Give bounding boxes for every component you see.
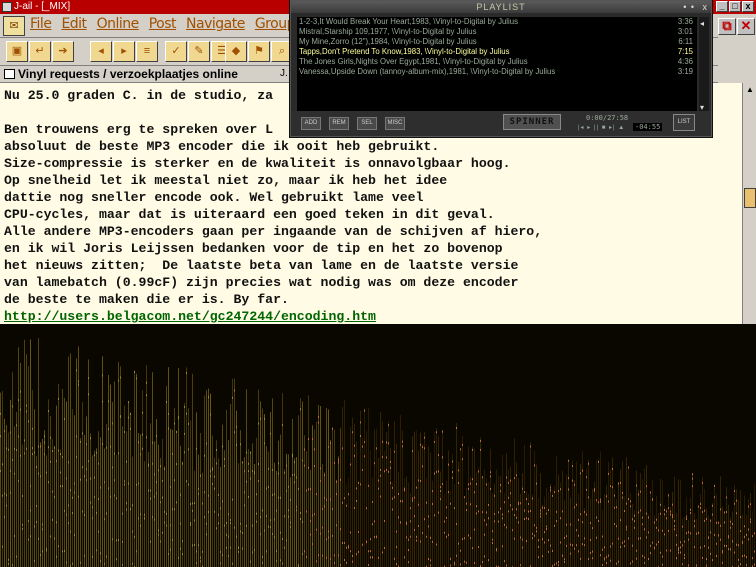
playlist-entry[interactable]: My Mine,Zorro (12"),1984, \Vinyl-to-Digi… (297, 37, 697, 47)
playlist-misc-button[interactable]: MISC (385, 117, 405, 130)
playlist-entry-duration: 3:36 (677, 17, 693, 26)
playlist-entry-duration: 7:15 (677, 47, 693, 56)
menu-edit[interactable]: Edit (61, 16, 87, 32)
tab-title[interactable]: Vinyl requests / verzoekplaatjes online (18, 67, 238, 81)
playlist-scrollbar[interactable]: ◂ ▾ (699, 17, 709, 112)
playlist-close-button[interactable]: x (703, 1, 709, 13)
toolbar-group-2: ◂ ▸ ≡ (90, 41, 159, 62)
desktop: J-ail - [_MIX] _ □ x ✉ File Edit Online Pos… (0, 0, 756, 567)
playlist-entry-duration: 6:11 (678, 37, 693, 46)
window-title: J-ail - [_MIX] (14, 1, 71, 12)
playlist-entry[interactable]: Tapps,Don't Pretend To Know,1983, \Vinyl… (297, 47, 697, 57)
playlist-entry[interactable]: Mistral,Starship 109,1977, \Vinyl-to-Dig… (297, 27, 697, 37)
next-icon[interactable]: ▸ (113, 41, 135, 62)
scroll-up-icon[interactable]: ◂ (700, 19, 704, 28)
menu-online[interactable]: Online (97, 16, 140, 32)
spectrum-visualizer (0, 324, 756, 567)
message-line: het nieuws zitten; De laatste beta van l… (4, 258, 519, 273)
playlist-entries: 1-2-3,It Would Break Your Heart,1983, \V… (297, 17, 697, 112)
window-controls: _ □ x (716, 1, 754, 12)
document-icon[interactable]: ✉ (3, 16, 25, 36)
message-line: absoluut de beste MP3 encoder die ik ooi… (4, 139, 440, 154)
message-line: CPU-cycles, maar dat is uiteraard een go… (4, 207, 495, 222)
new-message-icon[interactable]: ▣ (6, 41, 28, 62)
menu-navigate[interactable]: Navigate (186, 16, 245, 32)
tag-icon[interactable]: ◆ (225, 41, 247, 62)
playlist-entry[interactable]: 1-2-3,It Would Break Your Heart,1983, \V… (297, 17, 697, 27)
message-scrollbar[interactable]: ▲ (742, 83, 756, 325)
menu-post[interactable]: Post (149, 16, 177, 32)
thread-icon[interactable]: ≡ (136, 41, 158, 62)
visualizer-canvas (0, 338, 755, 567)
tab-extra: J. (280, 68, 288, 79)
read-icon[interactable]: ✎ (188, 41, 210, 62)
close-button[interactable]: x (742, 1, 754, 12)
message-line: dattie nog sneller encode ook. Wel gebru… (4, 190, 424, 205)
message-line: van lamebatch (0.99cF) zijn precies wat … (4, 275, 519, 290)
playlist-remove-button[interactable]: REM (329, 117, 349, 130)
maximize-button[interactable]: □ (729, 1, 741, 12)
playlist-entry-title: Mistral,Starship 109,1977, \Vinyl-to-Dig… (299, 27, 477, 36)
message-line: Alle andere MP3-encoders gaan per ingaan… (4, 224, 543, 239)
playlist-window: PLAYLIST • • x 1-2-3,It Would Break Your… (290, 0, 712, 137)
playlist-entry-duration: 4:36 (677, 57, 693, 66)
message-line: en ik wil Joris Leijssen bedanken voor d… (4, 241, 503, 256)
playlist-entry[interactable]: Vanessa,Upside Down (tannoy-album-mix),1… (297, 67, 697, 77)
forward-icon[interactable]: ➔ (52, 41, 74, 62)
minimize-button[interactable]: _ (716, 1, 728, 12)
toolbar-group-1: ▣ ↵ ➔ (6, 41, 75, 62)
folder-icon (4, 69, 15, 79)
mdi-restore-button[interactable]: ⧉ (718, 18, 736, 35)
toolbar-group-3: ✓ ✎ ☰ (165, 41, 234, 62)
playlist-entry-title: The Jones Girls,Nights Over Egypt,1981, … (299, 57, 528, 66)
playlist-title: PLAYLIST (476, 2, 526, 12)
message-link[interactable]: http://users.belgacom.net/gc247244/encod… (4, 308, 742, 325)
message-line: Size-compressie is sterker en de kwalite… (4, 156, 511, 171)
playlist-entry-title: Tapps,Don't Pretend To Know,1983, \Vinyl… (299, 47, 510, 56)
message-line: Op snelheid let ik meestal niet zo, maar… (4, 173, 448, 188)
playlist-list-button[interactable]: LIST (673, 114, 695, 131)
message-line: de beste te maken die er is. By far. (4, 292, 289, 307)
toolbar-group-4: ◆ ⚑ ⌕ (225, 41, 294, 62)
playlist-total-time: 0:00/27:58 (586, 114, 629, 122)
scroll-up-icon[interactable]: ▲ (744, 85, 756, 95)
app-icon (2, 2, 12, 12)
menu-list: File Edit Online Post Navigate Group (30, 16, 295, 32)
menu-file[interactable]: File (30, 16, 52, 32)
playlist-entry-title: My Mine,Zorro (12"),1984, \Vinyl-to-Digi… (299, 37, 477, 46)
playlist-titlebar[interactable]: PLAYLIST • • x (291, 1, 711, 13)
reply-icon[interactable]: ↵ (29, 41, 51, 62)
skin-logo: SPINNER (503, 114, 561, 130)
playlist-shade-button[interactable]: • • (683, 1, 695, 13)
playlist-add-button[interactable]: ADD (301, 117, 321, 130)
mark-icon[interactable]: ✓ (165, 41, 187, 62)
mini-transport-controls[interactable]: |◂ ▸ || ■ ▸| ▲ (578, 124, 625, 131)
mdi-close-button[interactable]: ✕ (737, 18, 755, 35)
mdi-controls: ⧉ ✕ (718, 14, 756, 84)
playlist-entry-title: 1-2-3,It Would Break Your Heart,1983, \V… (299, 17, 519, 26)
playlist-entry[interactable]: The Jones Girls,Nights Over Egypt,1981, … (297, 57, 697, 67)
playlist-entry-duration: 3:01 (677, 27, 693, 36)
playlist-entry-title: Vanessa,Upside Down (tannoy-album-mix),1… (299, 67, 556, 76)
playlist-remaining-time: -04:55 (633, 123, 663, 131)
playlist-select-button[interactable]: SEL (357, 117, 377, 130)
scroll-thumb[interactable] (744, 188, 756, 208)
playlist-time-display: 0:00/27:58 |◂ ▸ || ■ ▸| ▲ -04:55 (576, 114, 666, 134)
flag-icon[interactable]: ⚑ (248, 41, 270, 62)
playlist-bottom-bar: ADD REM SEL MISC SPINNER 0:00/27:58 |◂ ▸… (291, 111, 711, 136)
previous-icon[interactable]: ◂ (90, 41, 112, 62)
menu-group[interactable]: Group (255, 16, 296, 32)
playlist-entry-duration: 3:19 (677, 67, 693, 76)
